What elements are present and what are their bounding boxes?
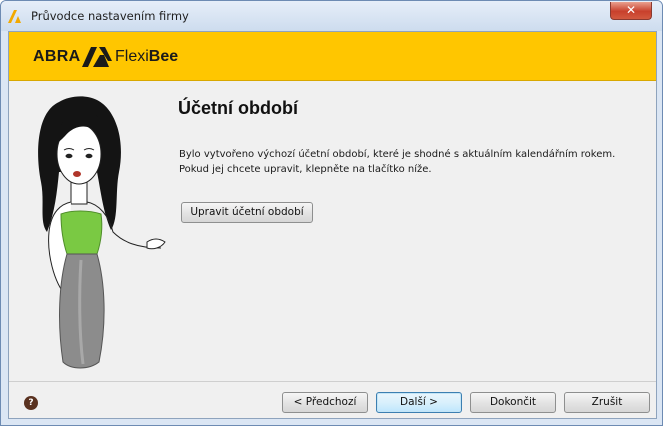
window-title: Průvodce nastavením firmy: [31, 9, 189, 23]
close-button[interactable]: ✕: [610, 2, 652, 20]
description-line-2: Pokud jej chcete upravit, klepněte na tl…: [179, 164, 432, 175]
title-bar[interactable]: Průvodce nastavením firmy ✕: [1, 1, 662, 31]
close-icon: ✕: [625, 3, 637, 17]
description: Bylo vytvořeno výchozí účetní období, kt…: [179, 147, 619, 177]
wizard-window: Průvodce nastavením firmy ✕ ABRA FlexiBe…: [0, 0, 663, 426]
page-title: Účetní období: [178, 98, 298, 118]
brand-company: ABRA: [33, 48, 81, 65]
abra-mark-icon: [82, 47, 112, 67]
help-icon[interactable]: ?: [24, 396, 38, 410]
description-line-1: Bylo vytvořeno výchozí účetní období, kt…: [179, 149, 616, 160]
abra-logo-icon: [8, 10, 21, 23]
next-button[interactable]: Další >: [376, 392, 462, 413]
cancel-button[interactable]: Zrušit: [564, 392, 650, 413]
wizard-content: ABRA FlexiBee Účetní období Bylo vytvoře…: [8, 31, 657, 419]
assistant-illustration: [38, 96, 166, 369]
footer-separator: [9, 381, 656, 382]
finish-button[interactable]: Dokončit: [470, 392, 556, 413]
edit-accounting-period-button[interactable]: Upravit účetní období: [181, 202, 313, 223]
brand-header: ABRA FlexiBee: [9, 32, 656, 81]
previous-button[interactable]: < Předchozí: [282, 392, 368, 413]
brand-product: FlexiBee: [115, 48, 179, 65]
